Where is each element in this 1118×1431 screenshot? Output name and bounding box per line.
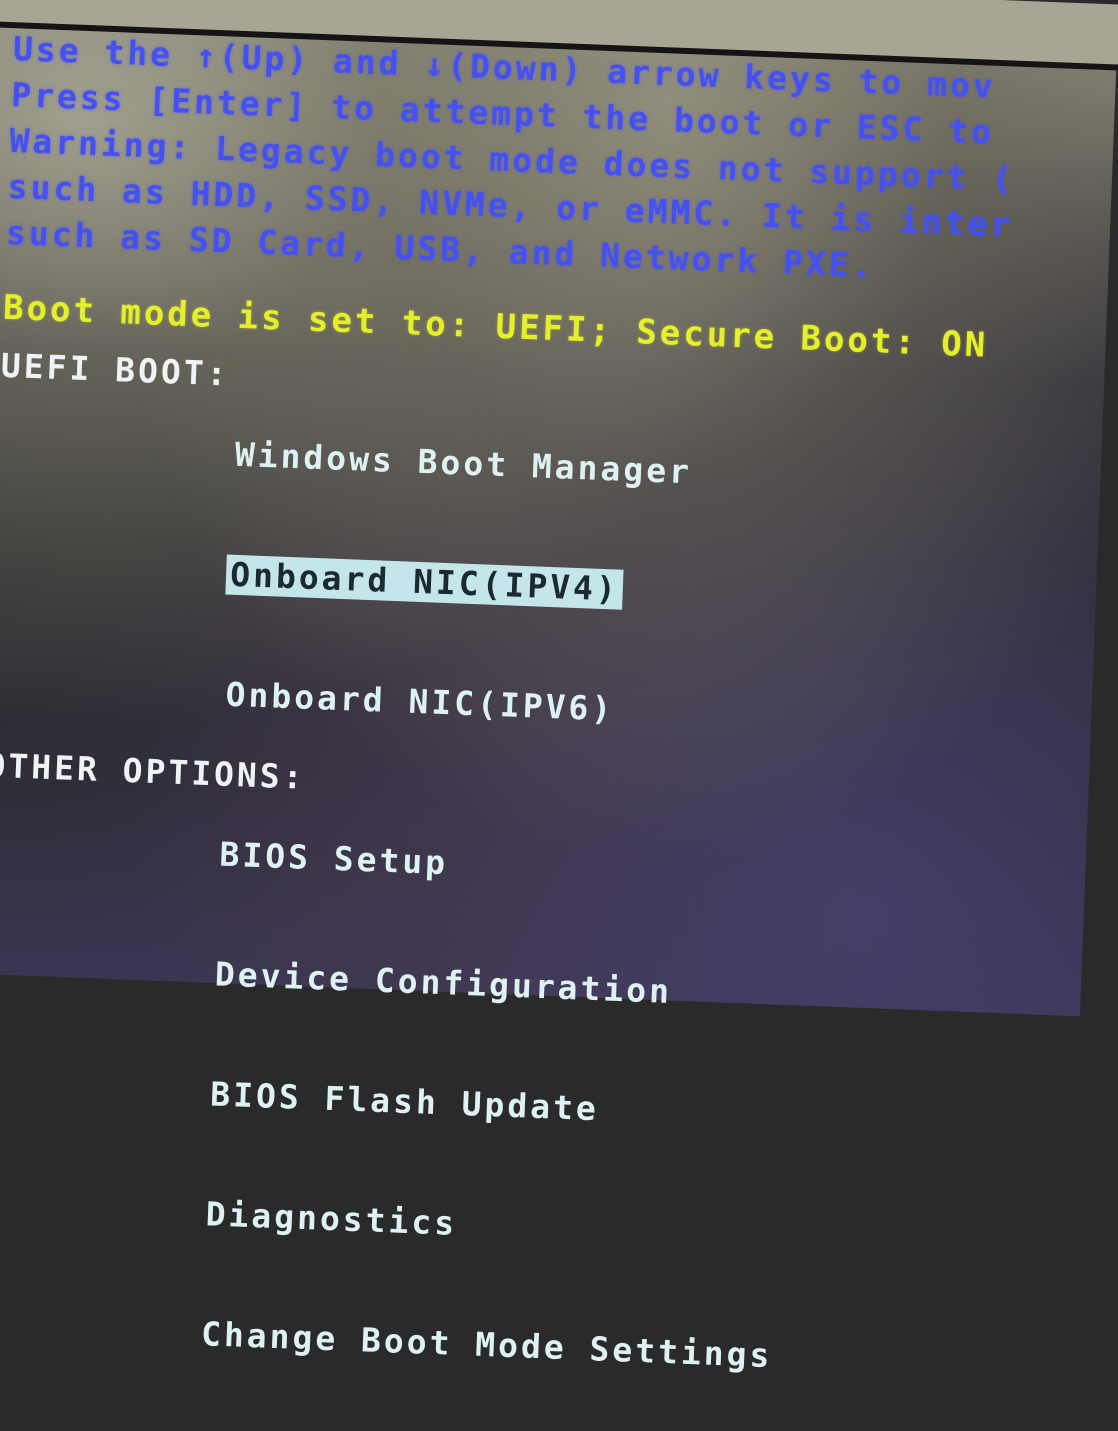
boot-option-label: Windows Boot Manager: [234, 434, 693, 492]
other-options-section: OTHER OPTIONS: BIOS Setup Device Configu…: [0, 745, 1118, 1431]
option-label: Device Configuration: [214, 954, 673, 1011]
option-label: BIOS Setup: [218, 834, 449, 883]
option-label: Change Boot Mode Settings: [200, 1314, 774, 1376]
boot-option-label: Onboard NIC(IPV6): [224, 674, 615, 729]
uefi-boot-section: UEFI BOOT: Windows Boot Manager Onboard …: [0, 346, 1118, 792]
boot-menu: Use the ↑(Up) and ↓(Down) arrow keys to …: [0, 26, 1118, 1431]
boot-option-label: Onboard NIC(IPV4): [225, 554, 624, 610]
option-label: BIOS Flash Update: [209, 1074, 600, 1129]
option-label: Diagnostics: [205, 1194, 458, 1243]
instructions-block: Use the ↑(Up) and ↓(Down) arrow keys to …: [5, 26, 1118, 302]
